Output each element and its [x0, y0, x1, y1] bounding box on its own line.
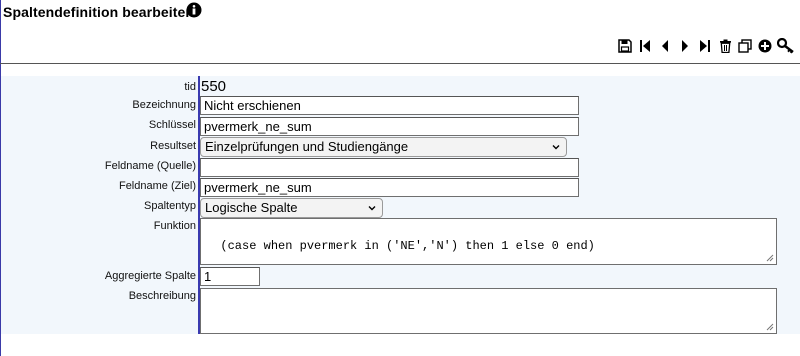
chevron-down-icon — [552, 145, 560, 150]
aggregierte-spalte-label: Aggregierte Spalte — [104, 270, 196, 282]
resultset-label: Resultset — [150, 140, 196, 152]
plus-circle-icon — [758, 39, 772, 53]
info-icon[interactable] — [186, 2, 202, 18]
copy-icon — [738, 39, 752, 53]
bezeichnung-label: Bezeichnung — [132, 99, 196, 111]
trash-icon — [719, 39, 731, 53]
spaltentyp-select[interactable]: Logische Spalte — [200, 198, 383, 218]
funktion-text: (case when pvermerk in ('NE','N') then 1… — [220, 239, 595, 253]
beschreibung-textarea[interactable] — [200, 288, 777, 334]
tid-value: 550 — [201, 78, 227, 95]
resize-grip-icon — [766, 323, 774, 331]
feldname-quelle-input[interactable] — [200, 158, 579, 177]
feldname-quelle-label: Feldname (Quelle) — [104, 160, 196, 172]
toolbar — [617, 38, 795, 54]
key-icon — [777, 38, 794, 54]
next-button[interactable] — [677, 38, 693, 54]
copy-button[interactable] — [737, 38, 753, 54]
delete-button[interactable] — [717, 38, 733, 54]
beschreibung-label: Beschreibung — [128, 290, 196, 302]
spaltentyp-label: Spaltentyp — [144, 200, 196, 212]
first-button[interactable] — [637, 38, 653, 54]
previous-button[interactable] — [657, 38, 673, 54]
add-button[interactable] — [757, 38, 773, 54]
aggregierte-spalte-input[interactable]: 1 — [200, 267, 260, 286]
save-button[interactable] — [617, 38, 633, 54]
tid-label: tid — [184, 81, 196, 93]
bezeichnung-input[interactable]: Nicht erschienen — [200, 96, 579, 115]
schluessel-input[interactable]: pvermerk_ne_sum — [200, 117, 579, 136]
resultset-selected-value: Einzelprüfungen und Studiengänge — [205, 139, 409, 154]
resize-grip-icon — [766, 254, 774, 262]
schluessel-label: Schlüssel — [148, 119, 196, 131]
first-record-icon — [640, 40, 650, 52]
feldname-ziel-input[interactable]: pvermerk_ne_sum — [200, 178, 579, 197]
next-record-icon — [682, 40, 688, 52]
last-button[interactable] — [697, 38, 713, 54]
save-icon — [618, 39, 632, 53]
feldname-ziel-label: Feldname (Ziel) — [118, 180, 196, 192]
previous-record-icon — [662, 40, 668, 52]
page-title: Spaltendefinition bearbeiten. — [3, 4, 199, 20]
header-divider — [0, 63, 800, 64]
funktion-label: Funktion — [153, 220, 196, 232]
key-button[interactable] — [777, 38, 795, 54]
chevron-down-icon — [368, 206, 376, 211]
funktion-textarea[interactable]: (case when pvermerk in ('NE','N') then 1… — [200, 218, 777, 265]
resultset-select[interactable]: Einzelprüfungen und Studiengänge — [200, 137, 567, 157]
spaltentyp-selected-value: Logische Spalte — [205, 200, 298, 215]
last-record-icon — [700, 40, 710, 52]
